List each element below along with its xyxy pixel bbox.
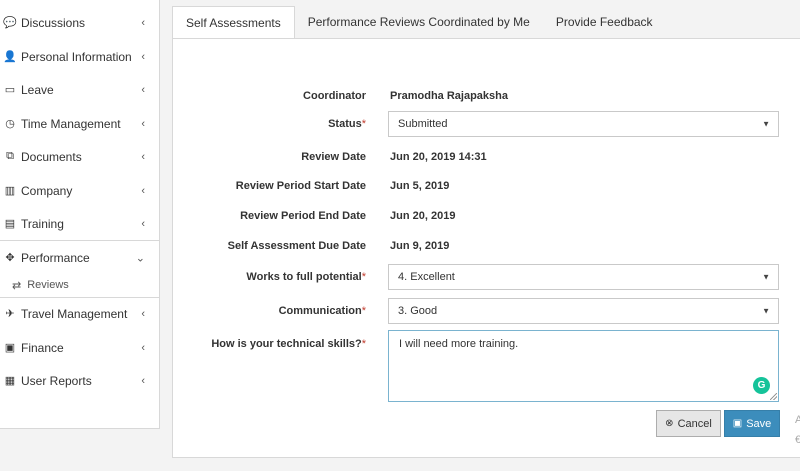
tab-bar: Self Assessments Performance Reviews Coo…: [172, 6, 666, 39]
exchange-icon: ⇄: [12, 279, 22, 292]
sidebar-item-time-management[interactable]: ◷ Time Management ‹: [0, 107, 159, 140]
sidebar-item-leave[interactable]: ▭ Leave ‹: [0, 73, 159, 106]
resize-handle-icon[interactable]: [770, 393, 777, 400]
cancel-button-label: Cancel: [677, 417, 712, 430]
sidebar-item-finance[interactable]: ▣ Finance ‹: [0, 331, 159, 364]
sidebar-item-discussions[interactable]: 💬 Discussions ‹: [0, 6, 159, 39]
clock-icon: ◷: [5, 118, 15, 130]
sidebar-item-label: Performance: [21, 250, 90, 265]
chevron-left-icon: ‹: [141, 307, 145, 320]
coordinator-value: Pramodha Rajapaksha: [390, 90, 508, 102]
sidebar-item-label: Time Management: [21, 116, 121, 131]
file-icon: ▦: [4, 375, 16, 387]
review-date-label: Review Date: [301, 151, 366, 163]
works-to-full-potential-label: Works to full potential*: [246, 271, 366, 283]
edge-text: €: [795, 434, 800, 446]
sidebar-item-travel-management[interactable]: ✈ Travel Management ‹: [0, 297, 159, 330]
sidebar-item-label: Training: [21, 216, 64, 231]
person-icon: 👤: [3, 51, 17, 63]
dropdown-arrow-icon: ▼: [762, 272, 770, 282]
save-button[interactable]: ▣ Save: [724, 410, 780, 437]
save-button-label: Save: [746, 417, 772, 430]
works-to-full-potential-select[interactable]: 4. Excellent ▼: [388, 264, 779, 290]
sidebar-item-label: Personal Information: [21, 49, 132, 64]
communication-label: Communication*: [278, 305, 366, 317]
sidebar-item-label: Reviews: [27, 279, 69, 291]
sidebar-item-documents[interactable]: ⧉ Documents ‹: [0, 140, 159, 173]
review-period-start-label: Review Period Start Date: [235, 180, 366, 192]
sidebar-item-label: Company: [21, 183, 73, 198]
sidebar-subitem-reviews[interactable]: ⇄ Reviews: [0, 273, 159, 298]
chevron-left-icon: ‹: [141, 374, 145, 387]
sidebar-item-training[interactable]: ▤ Training ‹: [0, 207, 159, 240]
sidebar-item-label: Leave: [21, 82, 54, 97]
self-assessment-due-label: Self Assessment Due Date: [227, 240, 366, 252]
communication-selected-value: 3. Good: [398, 305, 438, 317]
status-selected-value: Submitted: [398, 118, 448, 130]
dropdown-arrow-icon: ▼: [762, 306, 770, 316]
plane-icon: ✈: [5, 308, 15, 320]
sidebar-item-company[interactable]: ▥ Company ‹: [0, 174, 159, 207]
review-date-value: Jun 20, 2019 14:31: [390, 151, 487, 163]
briefcase-icon: ▤: [4, 218, 16, 230]
review-period-start-value: Jun 5, 2019: [390, 180, 450, 192]
sidebar-item-label: Documents: [21, 149, 82, 164]
chevron-left-icon: ‹: [141, 83, 145, 96]
chat-icon: 💬: [3, 17, 17, 29]
arrows-icon: ✥: [5, 252, 15, 264]
sidebar-item-label: Travel Management: [21, 306, 128, 321]
chevron-left-icon: ‹: [141, 150, 145, 163]
chevron-left-icon: ‹: [141, 117, 145, 130]
sidebar-item-performance[interactable]: ✥ Performance ⌄: [0, 240, 159, 274]
cancel-button[interactable]: ⊗ Cancel: [656, 410, 721, 437]
calendar-icon: ▭: [4, 84, 16, 96]
money-icon: ▣: [4, 342, 16, 354]
edge-text: A: [795, 414, 800, 426]
cancel-icon: ⊗: [665, 418, 674, 429]
review-period-end-label: Review Period End Date: [240, 210, 366, 222]
sidebar-item-label: User Reports: [21, 373, 92, 388]
technical-skills-textarea[interactable]: I will need more training. G: [388, 330, 779, 402]
coordinator-label: Coordinator: [303, 90, 366, 102]
tab-provide-feedback[interactable]: Provide Feedback: [543, 6, 666, 38]
building-icon: ▥: [4, 185, 16, 197]
sidebar-item-label: Discussions: [21, 15, 86, 30]
sidebar-item-label: Finance: [21, 340, 64, 355]
chevron-left-icon: ‹: [141, 184, 145, 197]
dropdown-arrow-icon: ▼: [762, 119, 770, 129]
communication-select[interactable]: 3. Good ▼: [388, 298, 779, 324]
review-period-end-value: Jun 20, 2019: [390, 210, 456, 222]
potential-selected-value: 4. Excellent: [398, 271, 455, 283]
chevron-left-icon: ‹: [141, 341, 145, 354]
sidebar: 💬 Discussions ‹ 👤 Personal Information ‹…: [0, 0, 160, 429]
sidebar-item-user-reports[interactable]: ▦ User Reports ‹: [0, 364, 159, 397]
chevron-left-icon: ‹: [141, 217, 145, 230]
chevron-left-icon: ‹: [141, 16, 145, 29]
save-icon: ▣: [732, 418, 743, 429]
technical-skills-text: I will need more training.: [399, 338, 519, 350]
grammarly-icon[interactable]: G: [753, 377, 770, 394]
technical-skills-label: How is your technical skills?*: [211, 338, 366, 350]
sidebar-item-personal-information[interactable]: 👤 Personal Information ‹: [0, 40, 159, 73]
status-label: Status*: [328, 118, 366, 130]
chevron-down-icon: ⌄: [135, 252, 145, 264]
status-select[interactable]: Submitted ▼: [388, 111, 779, 137]
tab-self-assessments[interactable]: Self Assessments: [172, 6, 295, 39]
self-assessment-due-value: Jun 9, 2019: [390, 240, 450, 252]
chevron-left-icon: ‹: [141, 50, 145, 63]
tab-performance-reviews-coordinated[interactable]: Performance Reviews Coordinated by Me: [295, 6, 543, 38]
documents-icon: ⧉: [6, 150, 14, 162]
